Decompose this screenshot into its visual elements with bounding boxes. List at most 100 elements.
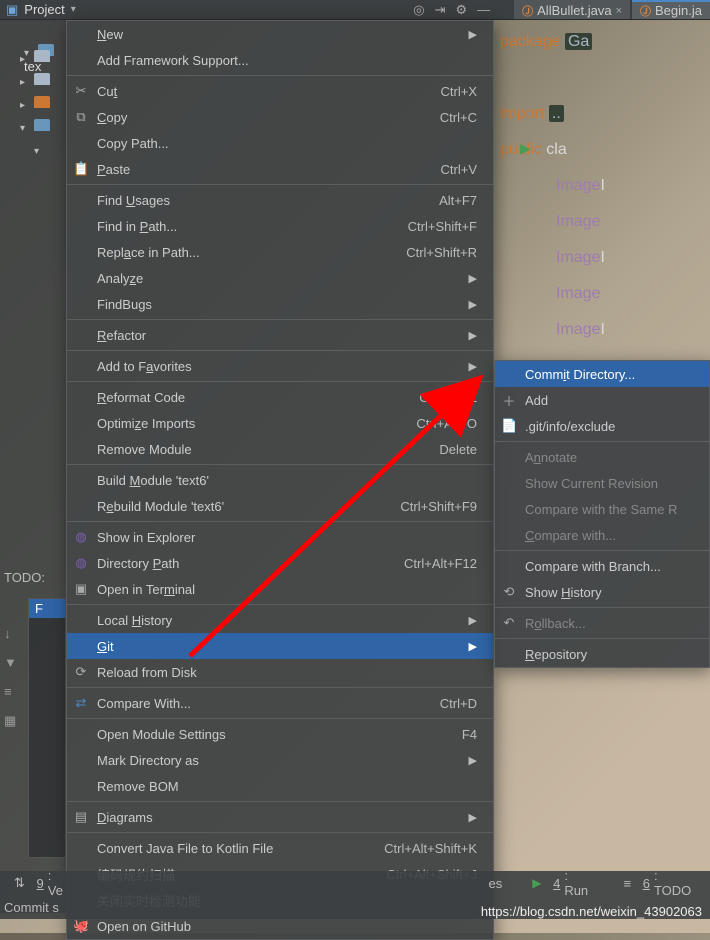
- folder-icon: [34, 50, 50, 62]
- menu-optimize-imports[interactable]: Optimize ImportsCtrl+Alt+O: [67, 410, 493, 436]
- menu-label: Build Module 'text6': [97, 473, 209, 488]
- menu-compare-with[interactable]: ⇄Compare With...Ctrl+D: [67, 690, 493, 716]
- toolbtn-run[interactable]: ▶ 4: Run: [532, 868, 593, 898]
- menu-label: Local History: [97, 613, 172, 628]
- menu-paste[interactable]: 📋PasteCtrl+V: [67, 156, 493, 182]
- group-icon[interactable]: ▦: [4, 713, 17, 729]
- menu-git[interactable]: Git▶: [67, 633, 493, 659]
- editor-code[interactable]: package Ga import .. public cla ImageI I…: [500, 24, 710, 364]
- todo-filter-button[interactable]: F: [29, 599, 65, 618]
- menu-label: Open on GitHub: [97, 919, 191, 934]
- menu-shortcut: Ctrl+Alt+F12: [404, 556, 477, 571]
- menu-label: Paste: [97, 162, 130, 177]
- menu-analyze[interactable]: Analyze▶: [67, 265, 493, 291]
- menu-label: Refactor: [97, 328, 146, 343]
- java-file-icon: Ⓙ: [640, 3, 651, 19]
- menu-findbugs[interactable]: FindBugs▶: [67, 291, 493, 317]
- project-panel-title[interactable]: Project: [24, 2, 64, 17]
- menu-shortcut: Ctrl+Shift+R: [406, 245, 477, 260]
- menu-show-explorer[interactable]: ◍Show in Explorer: [67, 524, 493, 550]
- menu-shortcut: Ctrl+Shift+F: [408, 219, 477, 234]
- menu-remove-bom[interactable]: Remove BOM: [67, 773, 493, 799]
- menu-remove-module[interactable]: Remove ModuleDelete: [67, 436, 493, 462]
- submenu-git-info-exclude[interactable]: 📄.git/info/exclude: [495, 413, 709, 439]
- menu-find-usages[interactable]: Find UsagesAlt+F7: [67, 187, 493, 213]
- menu-open-terminal[interactable]: ▣Open in Terminal: [67, 576, 493, 602]
- submenu-rollback: ↶Rollback...: [495, 610, 709, 636]
- hide-icon[interactable]: —: [477, 2, 490, 18]
- submenu-annotate: Annotate: [495, 444, 709, 470]
- add-icon: ＋: [501, 391, 517, 410]
- arrow-down-icon[interactable]: ↓: [4, 626, 17, 641]
- run-icon: ▶: [532, 876, 541, 890]
- menu-reload-from-disk[interactable]: ⟳Reload from Disk: [67, 659, 493, 685]
- menu-label: Open in Terminal: [97, 582, 195, 597]
- tree-expand-icon[interactable]: ▸: [20, 54, 30, 65]
- menu-diagrams[interactable]: ▤Diagrams▶: [67, 804, 493, 830]
- menu-label: Replace in Path...: [97, 245, 200, 260]
- menu-reformat-code[interactable]: Reformat CodeCtrl+Alt+L: [67, 384, 493, 410]
- submenu-add[interactable]: ＋ Add: [495, 387, 709, 413]
- compare-icon: ⇄: [73, 695, 89, 711]
- menu-add-framework[interactable]: Add Framework Support...: [67, 47, 493, 73]
- chevron-right-icon: ▶: [469, 640, 477, 653]
- submenu-compare-with: Compare with...: [495, 522, 709, 548]
- chevron-right-icon: ▶: [469, 360, 477, 373]
- menu-new[interactable]: New▶: [67, 21, 493, 47]
- menu-label: Add: [525, 393, 548, 408]
- top-bar: ▣ Project ▾ ◎ ⇥ ⚙ — Ⓙ AllBullet.java × Ⓙ…: [0, 0, 710, 20]
- expand-icon[interactable]: ≡: [4, 684, 17, 699]
- collapse-icon[interactable]: ⇥: [435, 2, 446, 18]
- submenu-compare-branch[interactable]: Compare with Branch...: [495, 553, 709, 579]
- menu-label: Cut: [97, 84, 117, 99]
- submenu-repository[interactable]: Repository: [495, 641, 709, 667]
- menu-shortcut: Ctrl+Alt+Shift+K: [384, 841, 477, 856]
- menu-label: Mark Directory as: [97, 753, 199, 768]
- editor-tab-begin[interactable]: Ⓙ Begin.ja: [632, 0, 710, 19]
- target-icon[interactable]: ◎: [413, 2, 424, 18]
- menu-local-history[interactable]: Local History▶: [67, 607, 493, 633]
- chevron-right-icon: ▶: [469, 754, 477, 767]
- status-text: Commit s: [4, 900, 59, 915]
- menu-copy-path[interactable]: Copy Path...: [67, 130, 493, 156]
- submenu-show-history[interactable]: ⟲Show History: [495, 579, 709, 605]
- menu-find-in-path[interactable]: Find in Path...Ctrl+Shift+F: [67, 213, 493, 239]
- tree-expand-icon[interactable]: ▸: [20, 77, 30, 88]
- menu-directory-path[interactable]: ◍Directory PathCtrl+Alt+F12: [67, 550, 493, 576]
- menu-shortcut: Ctrl+C: [440, 110, 477, 125]
- menu-label: Copy Path...: [97, 136, 169, 151]
- watermark: https://blog.csdn.net/weixin_43902063: [481, 904, 702, 919]
- run-gutter-icon[interactable]: ▶: [520, 140, 531, 157]
- menu-label: Copy: [97, 110, 127, 125]
- menu-replace-in-path[interactable]: Replace in Path... Ctrl+Shift+R: [67, 239, 493, 265]
- close-icon[interactable]: ×: [616, 5, 622, 17]
- editor-tab-allbullet[interactable]: Ⓙ AllBullet.java ×: [514, 0, 630, 19]
- tree-expand-icon[interactable]: ▾: [34, 146, 44, 157]
- dropdown-icon[interactable]: ▾: [71, 4, 76, 15]
- tree-expand-icon[interactable]: ▸: [20, 100, 30, 111]
- paste-icon: 📋: [73, 161, 89, 177]
- menu-open-module-settings[interactable]: Open Module SettingsF4: [67, 721, 493, 747]
- menu-convert-kotlin[interactable]: Convert Java File to Kotlin FileCtrl+Alt…: [67, 835, 493, 861]
- gear-icon[interactable]: ⚙: [455, 2, 467, 18]
- menu-refactor[interactable]: Refactor▶: [67, 322, 493, 348]
- menu-label: Diagrams: [97, 810, 153, 825]
- menu-add-favorites[interactable]: Add to Favorites▶: [67, 353, 493, 379]
- eclipse-icon: ◍: [73, 555, 89, 571]
- menu-rebuild-module[interactable]: Rebuild Module 'text6'Ctrl+Shift+F9: [67, 493, 493, 519]
- menu-shortcut: F4: [462, 727, 477, 742]
- todo-toolbar: ↓ ▼ ≡ ▦: [4, 626, 17, 729]
- menu-copy[interactable]: ⧉CopyCtrl+C: [67, 104, 493, 130]
- toolbtn-version-control[interactable]: ⇅ 9: Ve: [14, 868, 68, 898]
- menu-cut[interactable]: ✂CutCtrl+X: [67, 78, 493, 104]
- toolbtn-todo[interactable]: ≡ 6: TODO: [623, 868, 696, 898]
- menu-mark-directory-as[interactable]: Mark Directory as ▶: [67, 747, 493, 773]
- tree-expand-icon[interactable]: ▾: [20, 123, 30, 134]
- menu-build-module[interactable]: Build Module 'text6': [67, 467, 493, 493]
- todo-section-label: TODO:: [4, 570, 45, 585]
- git-submenu: Commit Directory... ＋ Add 📄.git/info/excl…: [494, 360, 710, 668]
- chevron-right-icon: ▶: [469, 811, 477, 824]
- submenu-commit-directory[interactable]: Commit Directory...: [495, 361, 709, 387]
- chevron-right-icon: ▶: [469, 28, 477, 41]
- filter-icon[interactable]: ▼: [4, 655, 17, 670]
